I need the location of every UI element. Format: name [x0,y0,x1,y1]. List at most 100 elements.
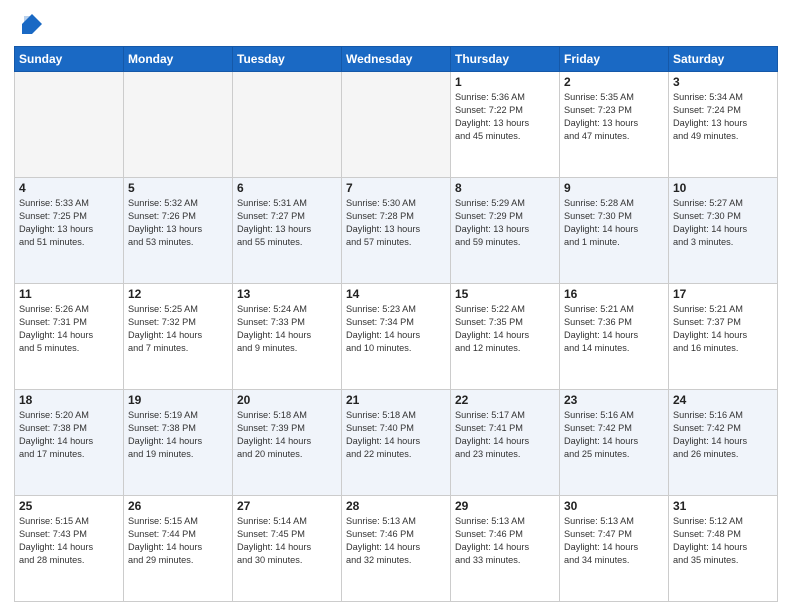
day-number: 21 [346,393,446,407]
calendar-day: 18Sunrise: 5:20 AM Sunset: 7:38 PM Dayli… [15,390,124,496]
day-number: 9 [564,181,664,195]
weekday-header-thursday: Thursday [451,47,560,72]
weekday-header-monday: Monday [124,47,233,72]
day-info: Sunrise: 5:29 AM Sunset: 7:29 PM Dayligh… [455,197,555,249]
day-info: Sunrise: 5:25 AM Sunset: 7:32 PM Dayligh… [128,303,228,355]
day-info: Sunrise: 5:16 AM Sunset: 7:42 PM Dayligh… [673,409,773,461]
day-number: 13 [237,287,337,301]
calendar-day [342,72,451,178]
day-info: Sunrise: 5:35 AM Sunset: 7:23 PM Dayligh… [564,91,664,143]
calendar-week-3: 11 Sunrise: 5:26 AM Sunset: 7:31 PM Dayli… [15,284,778,390]
calendar-day: 19 Sunrise: 5:19 AM Sunset: 7:38 PM Dayli… [124,390,233,496]
calendar-day: 5 Sunrise: 5:32 AM Sunset: 7:26 PM Daylig… [124,178,233,284]
header [14,10,778,38]
weekday-header-wednesday: Wednesday [342,47,451,72]
calendar-week-2: 4Sunrise: 5:33 AM Sunset: 7:25 PM Daylig… [15,178,778,284]
day-number: 17 [673,287,773,301]
day-number: 20 [237,393,337,407]
calendar-day: 1Sunrise: 5:36 AM Sunset: 7:22 PM Daylig… [451,72,560,178]
day-info: Sunrise: 5:24 AM Sunset: 7:33 PM Dayligh… [237,303,337,355]
calendar-day: 6 Sunrise: 5:31 AM Sunset: 7:27 PM Daylig… [233,178,342,284]
day-number: 4 [19,181,119,195]
calendar-day: 27 Sunrise: 5:14 AM Sunset: 7:45 PM Dayli… [233,496,342,602]
day-info: Sunrise: 5:19 AM Sunset: 7:38 PM Dayligh… [128,409,228,461]
weekday-header-sunday: Sunday [15,47,124,72]
calendar-day: 9 Sunrise: 5:28 AM Sunset: 7:30 PM Daylig… [560,178,669,284]
day-info: Sunrise: 5:27 AM Sunset: 7:30 PM Dayligh… [673,197,773,249]
day-info: Sunrise: 5:21 AM Sunset: 7:37 PM Dayligh… [673,303,773,355]
calendar-day: 30 Sunrise: 5:13 AM Sunset: 7:47 PM Dayli… [560,496,669,602]
weekday-header-friday: Friday [560,47,669,72]
calendar-day: 4Sunrise: 5:33 AM Sunset: 7:25 PM Daylig… [15,178,124,284]
day-number: 23 [564,393,664,407]
calendar-day [15,72,124,178]
calendar-day: 17 Sunrise: 5:21 AM Sunset: 7:37 PM Dayli… [669,284,778,390]
weekday-header-saturday: Saturday [669,47,778,72]
day-info: Sunrise: 5:16 AM Sunset: 7:42 PM Dayligh… [564,409,664,461]
calendar-day: 7Sunrise: 5:30 AM Sunset: 7:28 PM Daylig… [342,178,451,284]
page: SundayMondayTuesdayWednesdayThursdayFrid… [0,0,792,612]
calendar-day: 8 Sunrise: 5:29 AM Sunset: 7:29 PM Daylig… [451,178,560,284]
day-number: 5 [128,181,228,195]
calendar-day: 2 Sunrise: 5:35 AM Sunset: 7:23 PM Daylig… [560,72,669,178]
calendar-day: 29 Sunrise: 5:13 AM Sunset: 7:46 PM Dayli… [451,496,560,602]
day-number: 22 [455,393,555,407]
day-number: 10 [673,181,773,195]
logo-icon [14,10,42,38]
day-info: Sunrise: 5:22 AM Sunset: 7:35 PM Dayligh… [455,303,555,355]
day-info: Sunrise: 5:28 AM Sunset: 7:30 PM Dayligh… [564,197,664,249]
day-info: Sunrise: 5:32 AM Sunset: 7:26 PM Dayligh… [128,197,228,249]
day-number: 19 [128,393,228,407]
day-info: Sunrise: 5:13 AM Sunset: 7:46 PM Dayligh… [346,515,446,567]
day-info: Sunrise: 5:31 AM Sunset: 7:27 PM Dayligh… [237,197,337,249]
day-info: Sunrise: 5:14 AM Sunset: 7:45 PM Dayligh… [237,515,337,567]
day-info: Sunrise: 5:13 AM Sunset: 7:47 PM Dayligh… [564,515,664,567]
day-number: 3 [673,75,773,89]
day-number: 2 [564,75,664,89]
day-number: 6 [237,181,337,195]
calendar-day: 24 Sunrise: 5:16 AM Sunset: 7:42 PM Dayli… [669,390,778,496]
weekday-header-row: SundayMondayTuesdayWednesdayThursdayFrid… [15,47,778,72]
day-info: Sunrise: 5:26 AM Sunset: 7:31 PM Dayligh… [19,303,119,355]
day-number: 30 [564,499,664,513]
calendar-day [233,72,342,178]
day-info: Sunrise: 5:30 AM Sunset: 7:28 PM Dayligh… [346,197,446,249]
calendar-day: 21 Sunrise: 5:18 AM Sunset: 7:40 PM Dayli… [342,390,451,496]
calendar-day: 3 Sunrise: 5:34 AM Sunset: 7:24 PM Daylig… [669,72,778,178]
calendar-day: 28 Sunrise: 5:13 AM Sunset: 7:46 PM Dayli… [342,496,451,602]
day-info: Sunrise: 5:13 AM Sunset: 7:46 PM Dayligh… [455,515,555,567]
calendar-day: 16Sunrise: 5:21 AM Sunset: 7:36 PM Dayli… [560,284,669,390]
calendar-day: 31 Sunrise: 5:12 AM Sunset: 7:48 PM Dayli… [669,496,778,602]
calendar-week-5: 25 Sunrise: 5:15 AM Sunset: 7:43 PM Dayli… [15,496,778,602]
day-number: 31 [673,499,773,513]
day-number: 12 [128,287,228,301]
day-info: Sunrise: 5:12 AM Sunset: 7:48 PM Dayligh… [673,515,773,567]
day-number: 25 [19,499,119,513]
day-info: Sunrise: 5:15 AM Sunset: 7:43 PM Dayligh… [19,515,119,567]
calendar-day: 12 Sunrise: 5:25 AM Sunset: 7:32 PM Dayli… [124,284,233,390]
day-number: 24 [673,393,773,407]
calendar-table: SundayMondayTuesdayWednesdayThursdayFrid… [14,46,778,602]
calendar-day: 15 Sunrise: 5:22 AM Sunset: 7:35 PM Dayli… [451,284,560,390]
day-info: Sunrise: 5:36 AM Sunset: 7:22 PM Dayligh… [455,91,555,143]
day-number: 15 [455,287,555,301]
day-info: Sunrise: 5:18 AM Sunset: 7:40 PM Dayligh… [346,409,446,461]
calendar-week-1: 1Sunrise: 5:36 AM Sunset: 7:22 PM Daylig… [15,72,778,178]
day-number: 29 [455,499,555,513]
day-info: Sunrise: 5:18 AM Sunset: 7:39 PM Dayligh… [237,409,337,461]
day-number: 11 [19,287,119,301]
calendar-day: 13 Sunrise: 5:24 AM Sunset: 7:33 PM Dayli… [233,284,342,390]
day-number: 27 [237,499,337,513]
day-info: Sunrise: 5:17 AM Sunset: 7:41 PM Dayligh… [455,409,555,461]
day-number: 18 [19,393,119,407]
day-info: Sunrise: 5:34 AM Sunset: 7:24 PM Dayligh… [673,91,773,143]
day-number: 28 [346,499,446,513]
day-info: Sunrise: 5:21 AM Sunset: 7:36 PM Dayligh… [564,303,664,355]
day-number: 14 [346,287,446,301]
day-info: Sunrise: 5:15 AM Sunset: 7:44 PM Dayligh… [128,515,228,567]
calendar-day: 11 Sunrise: 5:26 AM Sunset: 7:31 PM Dayli… [15,284,124,390]
calendar-day: 14Sunrise: 5:23 AM Sunset: 7:34 PM Dayli… [342,284,451,390]
day-number: 8 [455,181,555,195]
calendar-day: 26Sunrise: 5:15 AM Sunset: 7:44 PM Dayli… [124,496,233,602]
weekday-header-tuesday: Tuesday [233,47,342,72]
